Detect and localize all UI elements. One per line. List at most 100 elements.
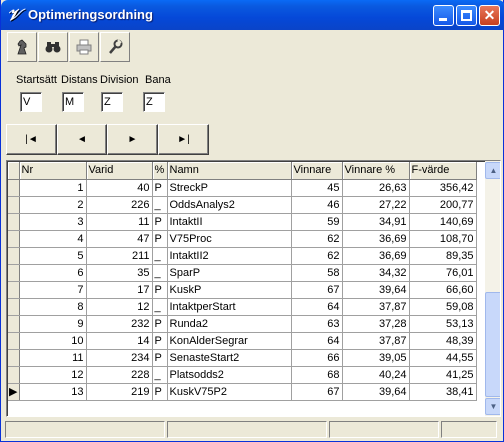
cell-percent[interactable]: _	[152, 298, 168, 316]
cell-vinnare-percent[interactable]: 40,24	[342, 366, 410, 384]
cell-namn[interactable]: SenasteStart2	[167, 349, 292, 367]
cell-varid[interactable]: 11	[86, 213, 153, 231]
cell-nr[interactable]: 2	[19, 196, 87, 214]
cell-f-varde[interactable]: 48,39	[409, 332, 477, 350]
cell-vinnare[interactable]: 63	[291, 315, 343, 333]
cell-percent[interactable]: P	[152, 349, 168, 367]
cell-percent[interactable]: P	[152, 383, 168, 401]
cell-nr[interactable]: 1	[19, 179, 87, 197]
cell-varid[interactable]: 14	[86, 332, 153, 350]
close-button[interactable]: ✕	[479, 5, 500, 26]
cell-vinnare[interactable]: 59	[291, 213, 343, 231]
cell-namn[interactable]: SparP	[167, 264, 292, 282]
print-button[interactable]	[69, 32, 99, 62]
next-record-button[interactable]: ►	[107, 124, 158, 155]
cell-percent[interactable]: P	[152, 230, 168, 248]
cell-vinnare[interactable]: 62	[291, 230, 343, 248]
column-header[interactable]: Vinnare %	[342, 162, 410, 180]
table-row[interactable]: 4 47 P V75Proc 62 36,69 108,70	[8, 230, 477, 248]
cell-vinnare-percent[interactable]: 37,87	[342, 332, 410, 350]
cell-vinnare-percent[interactable]: 26,63	[342, 179, 410, 197]
cell-nr[interactable]: 4	[19, 230, 87, 248]
column-header[interactable]: Namn	[167, 162, 292, 180]
cell-f-varde[interactable]: 356,42	[409, 179, 477, 197]
cell-f-varde[interactable]: 76,01	[409, 264, 477, 282]
knight-button[interactable]	[7, 32, 37, 62]
cell-varid[interactable]: 47	[86, 230, 153, 248]
table-row[interactable]: 6 35 _ SparP 58 34,32 76,01	[8, 264, 477, 282]
cell-varid[interactable]: 228	[86, 366, 153, 384]
scroll-down-button[interactable]: ▼	[485, 398, 500, 415]
table-row[interactable]: 1 40 P StreckP 45 26,63 356,42	[8, 179, 477, 197]
cell-namn[interactable]: KuskV75P2	[167, 383, 292, 401]
cell-namn[interactable]: Platsodds2	[167, 366, 292, 384]
search-button[interactable]	[38, 32, 68, 62]
cell-vinnare[interactable]: 68	[291, 366, 343, 384]
row-indicator[interactable]	[8, 247, 20, 265]
settings-button[interactable]	[100, 32, 130, 62]
cell-vinnare-percent[interactable]: 36,69	[342, 230, 410, 248]
table-row[interactable]: 11 234 P SenasteStart2 66 39,05 44,55	[8, 349, 477, 367]
cell-vinnare[interactable]: 64	[291, 332, 343, 350]
cell-varid[interactable]: 40	[86, 179, 153, 197]
cell-percent[interactable]: P	[152, 315, 168, 333]
cell-nr[interactable]: 12	[19, 366, 87, 384]
cell-nr[interactable]: 11	[19, 349, 87, 367]
cell-vinnare[interactable]: 67	[291, 281, 343, 299]
cell-percent[interactable]: P	[152, 281, 168, 299]
title-bar[interactable]: 𝒱 Optimeringsordning ✕	[1, 0, 504, 30]
cell-namn[interactable]: IntaktII2	[167, 247, 292, 265]
last-record-button[interactable]: ►|	[158, 124, 209, 155]
cell-nr[interactable]: 13	[19, 383, 87, 401]
table-row[interactable]: 3 11 P IntaktII 59 34,91 140,69	[8, 213, 477, 231]
cell-namn[interactable]: Runda2	[167, 315, 292, 333]
cell-namn[interactable]: OddsAnalys2	[167, 196, 292, 214]
cell-varid[interactable]: 232	[86, 315, 153, 333]
row-indicator[interactable]	[8, 179, 20, 197]
maximize-button[interactable]	[456, 5, 477, 26]
row-indicator[interactable]	[8, 315, 20, 333]
cell-namn[interactable]: V75Proc	[167, 230, 292, 248]
cell-vinnare-percent[interactable]: 36,69	[342, 247, 410, 265]
cell-vinnare[interactable]: 58	[291, 264, 343, 282]
cell-f-varde[interactable]: 59,08	[409, 298, 477, 316]
cell-namn[interactable]: IntaktperStart	[167, 298, 292, 316]
scroll-up-button[interactable]: ▲	[485, 162, 500, 179]
cell-nr[interactable]: 7	[19, 281, 87, 299]
cell-percent[interactable]: _	[152, 247, 168, 265]
cell-vinnare-percent[interactable]: 39,64	[342, 383, 410, 401]
division-field[interactable]: Z	[101, 92, 123, 112]
cell-varid[interactable]: 226	[86, 196, 153, 214]
current-row-indicator-icon[interactable]: ▶	[8, 383, 20, 401]
column-header[interactable]: Nr	[19, 162, 87, 180]
cell-f-varde[interactable]: 200,77	[409, 196, 477, 214]
first-record-button[interactable]: |◄	[6, 124, 57, 155]
vertical-scrollbar[interactable]: ▲ ▼	[485, 161, 500, 416]
cell-percent[interactable]: _	[152, 196, 168, 214]
cell-varid[interactable]: 234	[86, 349, 153, 367]
cell-f-varde[interactable]: 44,55	[409, 349, 477, 367]
startsatt-field[interactable]: V	[20, 92, 42, 112]
cell-f-varde[interactable]: 53,13	[409, 315, 477, 333]
cell-namn[interactable]: StreckP	[167, 179, 292, 197]
cell-vinnare-percent[interactable]: 39,05	[342, 349, 410, 367]
cell-namn[interactable]: KuskP	[167, 281, 292, 299]
cell-vinnare-percent[interactable]: 37,87	[342, 298, 410, 316]
cell-nr[interactable]: 3	[19, 213, 87, 231]
cell-vinnare-percent[interactable]: 34,32	[342, 264, 410, 282]
row-indicator[interactable]	[8, 298, 20, 316]
cell-nr[interactable]: 5	[19, 247, 87, 265]
row-indicator[interactable]	[8, 230, 20, 248]
bana-field[interactable]: Z	[143, 92, 165, 112]
cell-varid[interactable]: 219	[86, 383, 153, 401]
table-row[interactable]: 5 211 _ IntaktII2 62 36,69 89,35	[8, 247, 477, 265]
cell-vinnare[interactable]: 67	[291, 383, 343, 401]
cell-vinnare-percent[interactable]: 39,64	[342, 281, 410, 299]
row-indicator[interactable]	[8, 196, 20, 214]
table-row[interactable]: 12 228 _ Platsodds2 68 40,24 41,25	[8, 366, 477, 384]
cell-nr[interactable]: 6	[19, 264, 87, 282]
cell-varid[interactable]: 17	[86, 281, 153, 299]
cell-varid[interactable]: 35	[86, 264, 153, 282]
cell-vinnare[interactable]: 46	[291, 196, 343, 214]
table-row[interactable]: ▶ 13 219 P KuskV75P2 67 39,64 38,41	[8, 383, 477, 401]
